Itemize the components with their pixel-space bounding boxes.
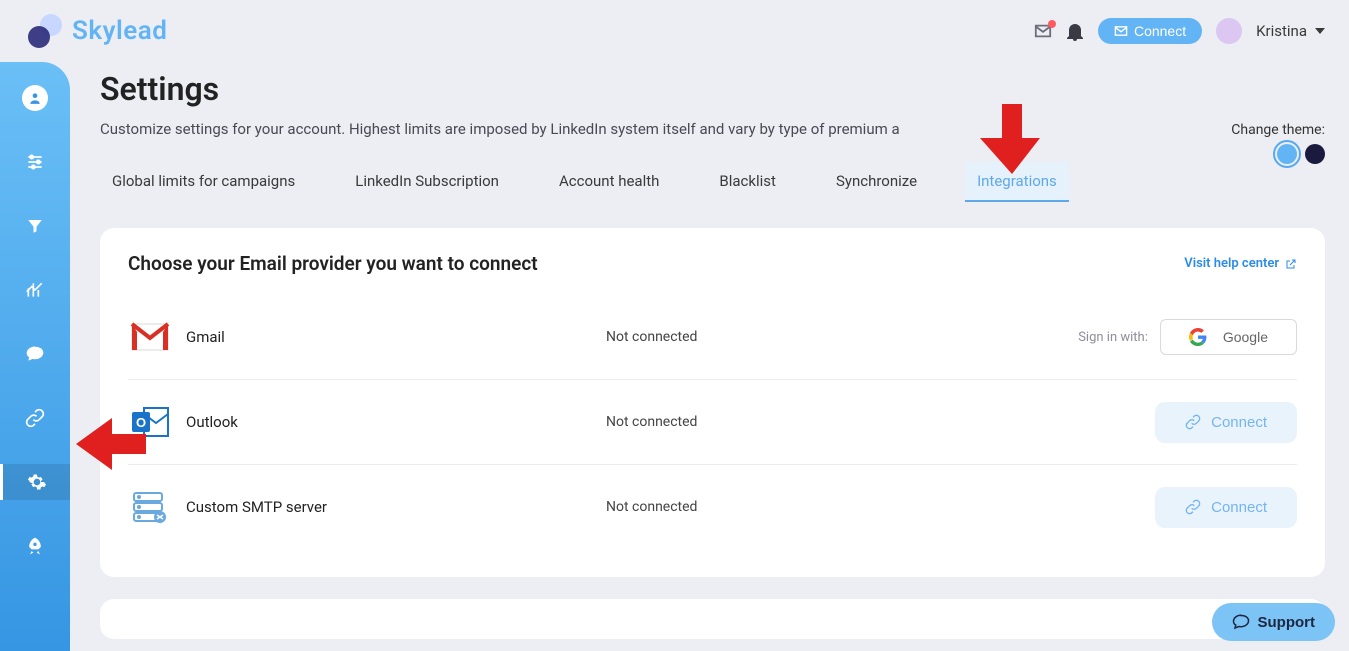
google-button-label: Google [1223,329,1268,345]
integrations-card: Choose your Email provider you want to c… [100,228,1325,577]
tab-blacklist[interactable]: Blacklist [707,162,788,202]
theme-light-swatch[interactable] [1277,144,1297,164]
sidebar-item-analytics[interactable] [0,272,70,308]
chevron-down-icon [1315,28,1325,34]
provider-row-outlook: O Outlook Not connected Connect [128,380,1297,465]
support-label: Support [1258,614,1316,631]
bell-icon[interactable] [1066,22,1084,40]
settings-tabs: Global limits for campaigns LinkedIn Sub… [100,162,1325,202]
sidebar-item-settings[interactable] [0,464,70,500]
theme-dark-swatch[interactable] [1305,144,1325,164]
theme-label: Change theme: [1231,122,1325,138]
card-title: Choose your Email provider you want to c… [128,252,538,275]
connect-smtp-button[interactable]: Connect [1155,487,1297,528]
brand-name: Skylead [72,16,167,46]
connect-outlook-button[interactable]: Connect [1155,402,1297,443]
annotation-arrow-down [980,104,1044,174]
inbox-icon[interactable] [1034,22,1052,40]
user-avatar[interactable] [1216,18,1242,44]
connect-button-label: Connect [1211,414,1267,431]
provider-name: Outlook [186,413,606,431]
provider-status: Not connected [606,329,1078,345]
tab-account-health[interactable]: Account health [547,162,671,202]
tab-linkedin-subscription[interactable]: LinkedIn Subscription [343,162,511,202]
tab-global-limits[interactable]: Global limits for campaigns [100,162,307,202]
connect-button-label: Connect [1211,499,1267,516]
provider-name: Custom SMTP server [186,498,606,516]
sidebar-item-link[interactable] [0,400,70,436]
provider-name: Gmail [186,328,606,346]
gmail-icon [128,315,172,359]
provider-status: Not connected [606,414,1155,430]
provider-row-gmail: Gmail Not connected Sign in with: Google [128,295,1297,380]
signin-with-label: Sign in with: [1078,330,1148,345]
support-button[interactable]: Support [1212,603,1336,641]
sidebar-item-rocket[interactable] [0,528,70,564]
google-signin-button[interactable]: Google [1160,319,1297,355]
theme-switcher: Change theme: [1231,122,1325,164]
page-description: Customize settings for your account. Hig… [100,120,980,138]
header-connect-label: Connect [1134,23,1186,39]
sidebar-item-sliders[interactable] [0,144,70,180]
chat-icon [1232,613,1250,631]
user-menu[interactable]: Kristina [1256,22,1325,40]
provider-row-smtp: Custom SMTP server Not connected Connect [128,465,1297,549]
help-center-label: Visit help center [1184,256,1279,271]
provider-status: Not connected [606,499,1155,515]
sidebar [0,62,70,651]
help-center-link[interactable]: Visit help center [1184,256,1297,271]
username-label: Kristina [1256,22,1307,40]
brand-logo-icon [28,14,62,48]
sidebar-item-filter[interactable] [0,208,70,244]
page-title: Settings [100,70,1325,108]
external-link-icon [1285,258,1297,270]
sidebar-item-account[interactable] [0,80,70,116]
smtp-icon [128,485,172,529]
header-connect-button[interactable]: Connect [1098,18,1202,44]
link-icon [1185,414,1201,430]
main-content: Settings Customize settings for your acc… [100,70,1325,639]
app-header: Skylead Connect Kristina [0,0,1349,62]
secondary-card [100,599,1325,639]
annotation-arrow-left [76,418,146,470]
tab-synchronize[interactable]: Synchronize [824,162,929,202]
sidebar-item-chat[interactable] [0,336,70,372]
link-icon [1185,499,1201,515]
google-icon [1189,328,1207,346]
